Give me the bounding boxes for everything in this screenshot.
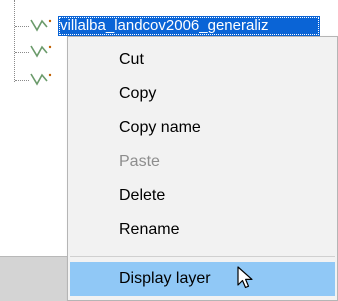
tree-connector [15,80,29,81]
arrow-cursor-icon [236,266,256,290]
menu-item-rename[interactable]: Rename [70,213,335,247]
menu-item-cut[interactable]: Cut [70,43,335,77]
menu-item-paste[interactable]: Paste [70,145,335,179]
line-layer-icon [29,18,57,32]
context-menu: Cut Copy Copy name Paste Delete Rename D… [67,36,338,301]
panel-footer [0,256,70,301]
tree-connector [15,26,29,27]
tree-item-partial: - - - - - - - - - - - - - - - - - - - [60,0,330,10]
menu-item-copy-name[interactable]: Copy name [70,111,335,145]
menu-separator [70,256,335,257]
line-layer-icon[interactable] [29,44,57,58]
menu-item-copy[interactable]: Copy [70,77,335,111]
tree-connector [15,52,29,53]
line-layer-icon[interactable] [29,72,57,86]
tree-item-selected-layer[interactable]: villalba_landcov2006_generaliz [58,16,320,36]
menu-item-display-layer[interactable]: Display layer [70,262,335,296]
tree-connector [14,0,15,82]
menu-item-delete[interactable]: Delete [70,179,335,213]
